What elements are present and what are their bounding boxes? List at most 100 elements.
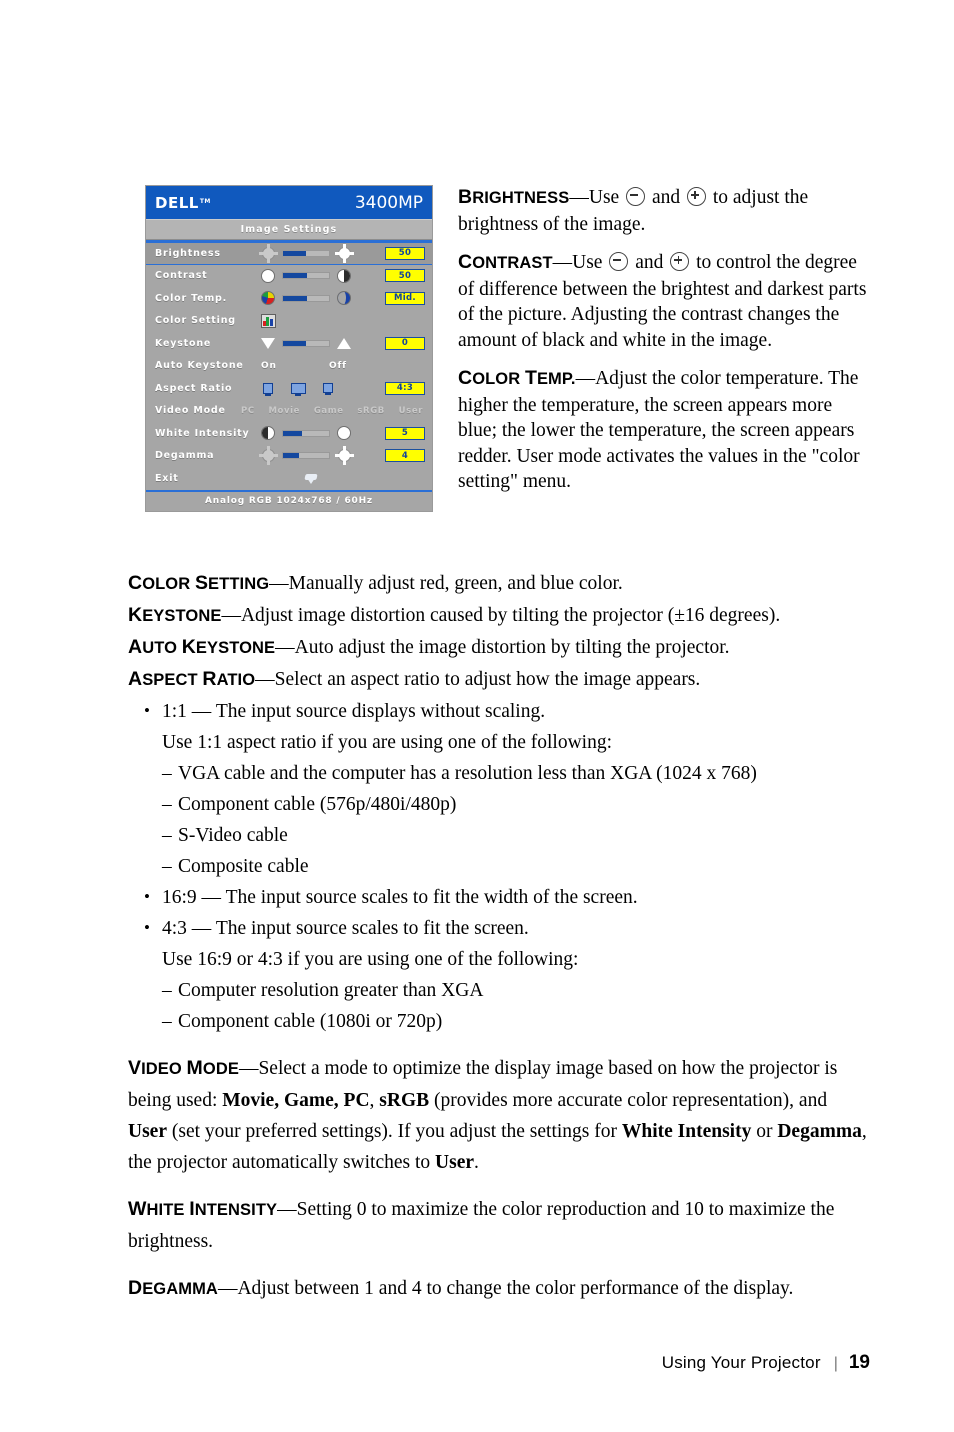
page-footer: Using Your Projector | 19	[662, 1352, 870, 1374]
osd-control-color-setting[interactable]	[259, 310, 425, 333]
brightness-text-b: and	[651, 187, 681, 208]
contrast-low-icon	[259, 268, 277, 284]
osd-control-auto-keystone[interactable]: On Off	[259, 361, 425, 371]
osd-control-degamma[interactable]: 4	[258, 445, 425, 468]
osd-model-name: 3400MP	[354, 192, 423, 213]
degamma-slider[interactable]	[282, 452, 330, 460]
paragraph-video-mode: VIDEO MODE—Select a mode to optimize the…	[128, 1053, 870, 1178]
osd-row-auto-keystone[interactable]: Auto Keystone On Off	[146, 355, 432, 378]
keystone-down-icon	[259, 335, 277, 351]
keystone-up-icon	[335, 335, 353, 351]
osd-control-keystone[interactable]: 0	[259, 332, 425, 355]
osd-row-contrast[interactable]: Contrast 50	[146, 265, 432, 288]
auto-keystone-text: —Auto adjust the image distortion by til…	[275, 637, 730, 658]
keystone-value: 0	[385, 336, 425, 350]
keystone-slider[interactable]	[282, 339, 330, 347]
auto-keystone-on-option[interactable]: On	[261, 361, 329, 371]
osd-label-keystone: Keystone	[155, 337, 212, 349]
page-number: 19	[848, 1352, 870, 1373]
list-item: Composite cable	[128, 851, 870, 882]
aspect-4-3-icon[interactable]	[319, 380, 337, 396]
auto-keystone-off-option[interactable]: Off	[329, 361, 347, 371]
osd-row-aspect-ratio[interactable]: Aspect Ratio 4:3	[146, 377, 432, 400]
osd-row-color-temp[interactable]: Color Temp. Mid.	[146, 287, 432, 310]
aspect-1-1-icon[interactable]	[259, 380, 277, 396]
paragraph-aspect-ratio: ASPECT RATIO—Select an aspect ratio to a…	[128, 664, 870, 696]
osd-row-brightness[interactable]: Brightness 50	[146, 242, 432, 265]
footer-chapter-title: Using Your Projector	[661, 1353, 821, 1372]
osd-status-bar: Analog RGB 1024x768 / 60Hz	[146, 489, 432, 511]
osd-control-video-mode[interactable]: PC Movie Game sRGB User	[241, 406, 425, 416]
term-color-setting: COLOR SETTING	[128, 572, 270, 594]
term-keystone: KEYSTONE	[128, 604, 222, 626]
osd-row-keystone[interactable]: Keystone 0	[146, 332, 432, 355]
keystone-text: —Adjust image distortion caused by tilti…	[221, 605, 781, 626]
white-intensity-high-icon	[335, 425, 353, 441]
video-mode-srgb[interactable]: sRGB	[357, 406, 384, 416]
osd-control-brightness[interactable]: 50	[258, 243, 425, 264]
osd-control-contrast[interactable]: 50	[259, 265, 425, 288]
term-video-mode: VIDEO MODE	[128, 1057, 239, 1079]
body-flow: COLOR SETTING—Manually adjust red, green…	[128, 568, 870, 1305]
video-mode-b2: sRGB	[379, 1090, 430, 1111]
aspect-ratio-list: 1:1 — The input source displays without …	[128, 695, 870, 1037]
osd-titlebar: DELL TM 3400MP	[146, 186, 432, 219]
osd-label-degamma: Degamma	[155, 450, 215, 462]
white-intensity-slider[interactable]	[282, 429, 330, 437]
exit-arrow-icon[interactable]	[303, 470, 321, 486]
osd-row-color-setting[interactable]: Color Setting	[146, 310, 432, 333]
osd-control-exit[interactable]	[259, 467, 425, 490]
list-item: Use 1:1 aspect ratio if you are using on…	[162, 732, 613, 753]
video-mode-b3: User	[128, 1121, 167, 1142]
list-item: S-Video cable	[128, 820, 870, 851]
aspect-16-9-icon[interactable]	[289, 380, 307, 396]
video-mode-p4: (set your preferred settings). If you ad…	[166, 1121, 622, 1142]
list-item: Component cable (576p/480i/480p)	[128, 789, 870, 820]
term-aspect-ratio: ASPECT RATIO	[128, 668, 256, 690]
brightness-low-icon	[258, 243, 278, 263]
paragraph-degamma: DEGAMMA—Adjust between 1 and 4 to change…	[128, 1273, 870, 1305]
contrast-slider[interactable]	[282, 272, 330, 280]
paragraph-auto-keystone: AUTO KEYSTONE—Auto adjust the image dist…	[128, 632, 870, 664]
video-mode-p2: ,	[369, 1090, 380, 1111]
term-contrast: CONTRAST	[458, 251, 553, 273]
degamma-high-icon	[334, 446, 354, 466]
degamma-text: —Adjust between 1 and 4 to change the co…	[217, 1278, 794, 1299]
dell-logo: DELL TM	[155, 194, 211, 212]
osd-label-exit: Exit	[155, 472, 179, 484]
minus-button-icon	[626, 187, 646, 206]
osd-row-white-intensity[interactable]: White Intensity 5	[146, 422, 432, 445]
osd-row-video-mode[interactable]: Video Mode PC Movie Game sRGB User	[146, 400, 432, 423]
rgb-bars-icon	[259, 313, 277, 329]
paragraph-white-intensity: WHITE INTENSITY—Setting 0 to maximize th…	[128, 1194, 870, 1257]
list-item: Use 16:9 or 4:3 if you are using one of …	[162, 949, 579, 970]
list-item: VGA cable and the computer has a resolut…	[128, 758, 870, 789]
video-mode-game[interactable]: Game	[314, 406, 344, 416]
degamma-low-icon	[258, 446, 278, 466]
osd-row-degamma[interactable]: Degamma 4	[146, 445, 432, 468]
video-mode-p3: (provides more accurate color representa…	[429, 1090, 828, 1111]
video-mode-p7: .	[474, 1152, 479, 1173]
brightness-text-a: —Use	[569, 187, 620, 208]
osd-label-white-intensity: White Intensity	[155, 427, 250, 439]
aspect-ratio-value: 4:3	[385, 381, 425, 395]
osd-control-color-temp[interactable]: Mid.	[259, 287, 425, 310]
video-mode-user[interactable]: User	[399, 406, 423, 416]
brightness-slider[interactable]	[282, 249, 330, 257]
dell-logo-tm: TM	[199, 197, 211, 205]
footer-separator: |	[833, 1355, 838, 1372]
paragraph-color-temp: COLOR TEMP.—Adjust the color temperature…	[458, 366, 870, 495]
osd-control-aspect-ratio[interactable]: 4:3	[259, 377, 425, 400]
brightness-high-icon	[334, 243, 354, 263]
video-mode-b6: User	[435, 1152, 475, 1173]
video-mode-movie[interactable]: Movie	[268, 406, 300, 416]
osd-label-brightness: Brightness	[155, 247, 221, 259]
term-auto-keystone: AUTO KEYSTONE	[128, 636, 276, 658]
list-item: Computer resolution greater than XGA	[128, 975, 870, 1006]
osd-row-exit[interactable]: Exit	[146, 467, 432, 490]
osd-control-white-intensity[interactable]: 5	[259, 422, 425, 445]
video-mode-b5: Degamma	[777, 1121, 862, 1142]
osd-label-auto-keystone: Auto Keystone	[155, 360, 244, 372]
video-mode-pc[interactable]: PC	[241, 406, 255, 416]
color-temp-slider[interactable]	[282, 294, 330, 302]
